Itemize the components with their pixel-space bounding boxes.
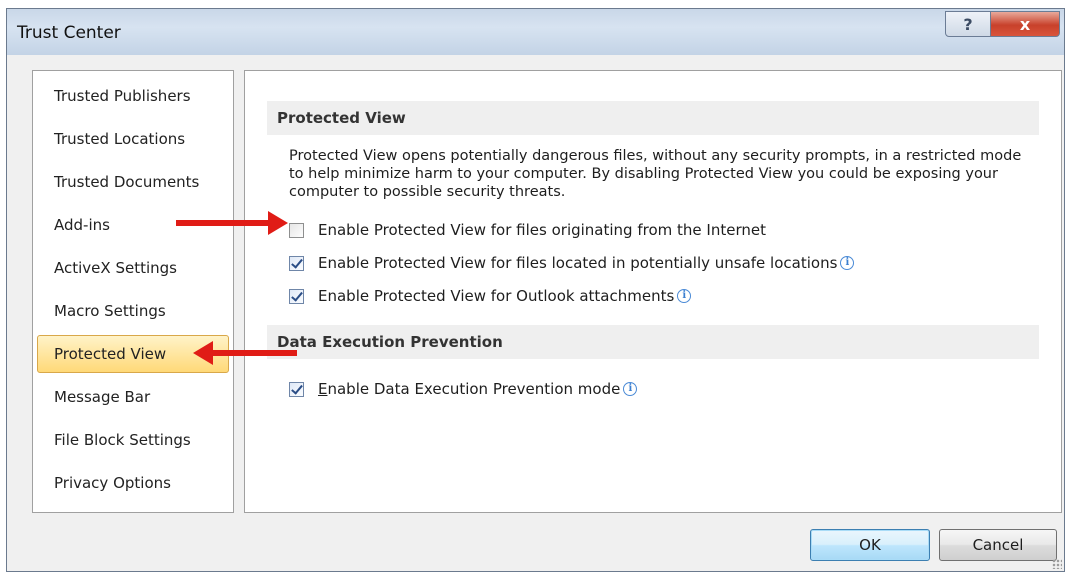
nav-item-activex-settings[interactable]: ActiveX Settings — [37, 249, 229, 287]
checkbox-outlook-attachments[interactable] — [289, 288, 304, 304]
protected-view-header: Protected View — [267, 101, 1039, 135]
option-internet-files-label: Enable Protected View for files originat… — [318, 221, 766, 239]
trust-center-dialog: Trust Center ? x Trusted Publishers Trus… — [6, 8, 1065, 572]
info-icon[interactable]: i — [840, 256, 855, 270]
option-dep-mode-label: Enable Data Execution Prevention mode — [318, 380, 621, 398]
close-icon: x — [1019, 14, 1031, 34]
close-button[interactable]: x — [990, 11, 1060, 37]
cancel-button[interactable]: Cancel — [939, 529, 1057, 561]
dep-header: Data Execution Prevention — [267, 325, 1039, 359]
checkbox-dep-mode[interactable] — [289, 381, 304, 397]
nav-item-trusted-locations[interactable]: Trusted Locations — [37, 120, 229, 158]
checkbox-internet-files[interactable] — [289, 222, 304, 238]
nav-item-file-block-settings[interactable]: File Block Settings — [37, 421, 229, 459]
option-internet-files[interactable]: Enable Protected View for files originat… — [289, 219, 766, 241]
dialog-title: Trust Center — [17, 23, 121, 43]
protected-view-description: Protected View opens potentially dangero… — [289, 148, 1022, 200]
info-icon[interactable]: i — [623, 382, 638, 396]
option-outlook-attachments[interactable]: Enable Protected View for Outlook attach… — [289, 285, 692, 307]
annotation-arrow-right — [176, 211, 288, 235]
nav-item-trusted-documents[interactable]: Trusted Documents — [37, 163, 229, 201]
help-icon: ? — [963, 14, 973, 34]
settings-panel: Protected View Protected View opens pote… — [244, 70, 1062, 513]
annotation-arrow-left — [193, 341, 297, 365]
dialog-body: Trusted Publishers Trusted Locations Tru… — [7, 55, 1064, 571]
resize-grip[interactable] — [1052, 559, 1062, 569]
category-nav: Trusted Publishers Trusted Locations Tru… — [32, 70, 234, 513]
nav-item-privacy-options[interactable]: Privacy Options — [37, 464, 229, 502]
ok-button[interactable]: OK — [810, 529, 930, 561]
nav-item-message-bar[interactable]: Message Bar — [37, 378, 229, 416]
option-dep-mode[interactable]: Enable Data Execution Prevention mode i — [289, 378, 638, 400]
option-unsafe-locations[interactable]: Enable Protected View for files located … — [289, 252, 855, 274]
nav-item-trusted-publishers[interactable]: Trusted Publishers — [37, 77, 229, 115]
info-icon[interactable]: i — [677, 289, 692, 303]
checkbox-unsafe-locations[interactable] — [289, 255, 304, 271]
help-button[interactable]: ? — [945, 11, 991, 37]
title-bar[interactable]: Trust Center ? x — [7, 9, 1064, 56]
option-unsafe-locations-label: Enable Protected View for files located … — [318, 254, 838, 272]
option-outlook-attachments-label: Enable Protected View for Outlook attach… — [318, 287, 675, 305]
nav-item-macro-settings[interactable]: Macro Settings — [37, 292, 229, 330]
